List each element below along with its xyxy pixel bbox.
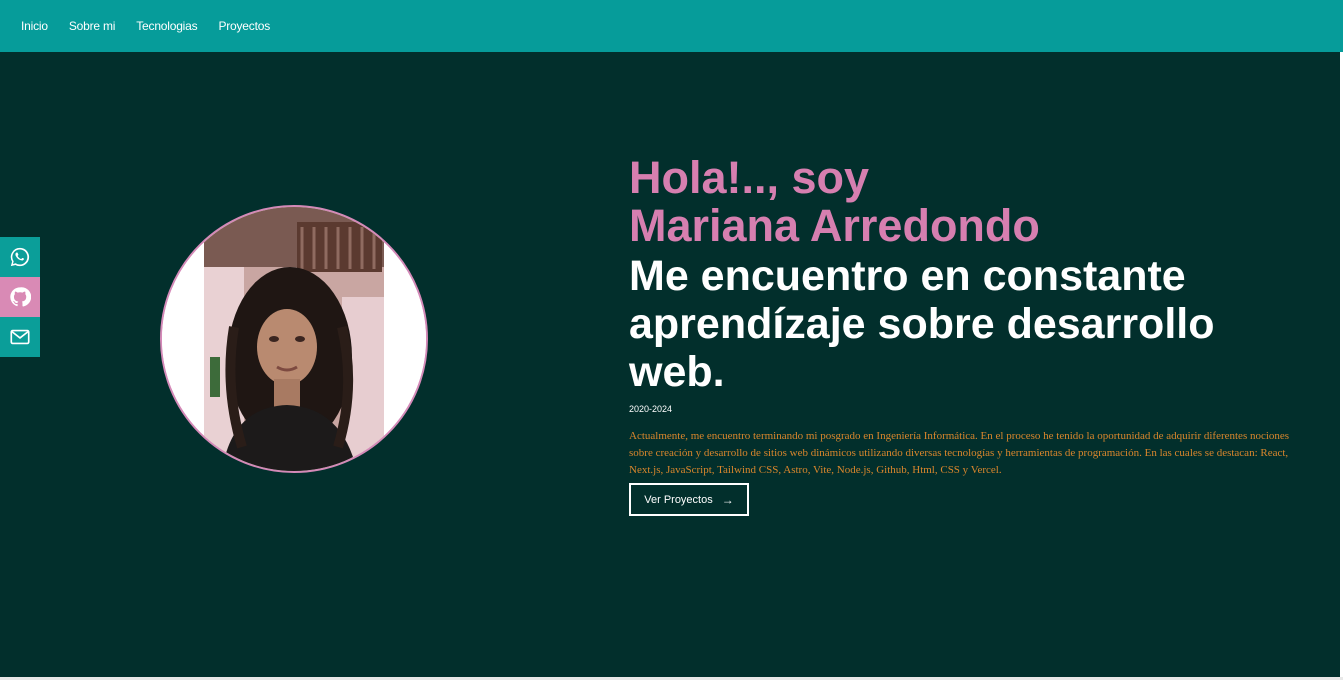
arrow-right-icon: → <box>721 492 734 507</box>
hero-name: Mariana Arredondo <box>629 200 1040 251</box>
ver-proyectos-button[interactable]: Ver Proyectos → <box>629 483 749 516</box>
hero-description: Actualmente, me encuentro terminando mi … <box>629 430 1290 476</box>
hero-years: 2020-2024 <box>629 404 673 414</box>
social-sidebar <box>0 237 40 357</box>
ver-proyectos-label: Ver Proyectos <box>644 493 713 506</box>
hero-tagline: Me encuentro en constante aprendízaje so… <box>629 252 1215 396</box>
nav-item-inicio[interactable]: Inicio <box>21 19 48 33</box>
hero-section: Hola!.., soy Mariana Arredondo Me encuen… <box>629 150 1319 490</box>
mail-icon <box>10 329 30 345</box>
mail-button[interactable] <box>0 317 40 357</box>
whatsapp-button[interactable] <box>0 237 40 277</box>
nav-item-tecnologias[interactable]: Tecnologias <box>136 19 197 33</box>
github-icon <box>10 287 31 307</box>
whatsapp-icon <box>10 247 30 267</box>
nav-item-proyectos[interactable]: Proyectos <box>218 19 270 33</box>
profile-photo-image <box>162 207 426 471</box>
profile-photo <box>160 205 428 473</box>
github-button[interactable] <box>0 277 40 317</box>
nav-item-sobre-mi[interactable]: Sobre mi <box>69 19 116 33</box>
top-navbar: Inicio Sobre mi Tecnologias Proyectos <box>0 0 1343 52</box>
hero-greeting: Hola!.., soy <box>629 152 870 203</box>
